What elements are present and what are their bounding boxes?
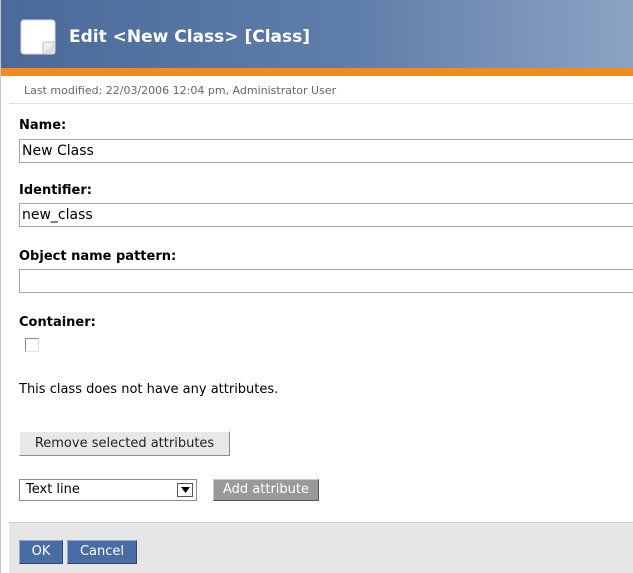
- identifier-label: Identifier:: [19, 183, 92, 198]
- header-accent-bar: [1, 68, 633, 76]
- page-title: Edit <New Class> [Class]: [69, 27, 311, 47]
- object-name-pattern-input[interactable]: [19, 269, 633, 293]
- chevron-down-icon: [181, 487, 190, 493]
- last-modified-text: Last modified: 22/03/2006 12:04 pm, Admi…: [24, 84, 337, 97]
- remove-selected-attributes-button[interactable]: Remove selected attributes: [19, 431, 230, 456]
- form-footer: OK Cancel: [9, 522, 633, 573]
- object-name-pattern-label: Object name pattern:: [19, 249, 177, 264]
- name-label: Name:: [19, 118, 67, 133]
- container-checkbox[interactable]: [25, 338, 39, 352]
- name-input[interactable]: [19, 139, 633, 163]
- cancel-button[interactable]: Cancel: [67, 540, 137, 564]
- datatype-select[interactable]: Text line: [19, 479, 197, 501]
- ok-button[interactable]: OK: [19, 540, 63, 564]
- select-dropdown-arrow[interactable]: [177, 483, 193, 497]
- edit-class-window: Edit <New Class> [Class] Last modified: …: [0, 0, 633, 573]
- document-icon: [20, 19, 56, 55]
- no-attributes-message: This class does not have any attributes.: [19, 382, 279, 397]
- add-attribute-button[interactable]: Add attribute: [213, 479, 319, 501]
- identifier-input[interactable]: [19, 203, 633, 227]
- divider: [9, 103, 633, 104]
- container-label: Container:: [19, 315, 96, 330]
- datatype-select-value: Text line: [26, 482, 80, 497]
- page-header: Edit <New Class> [Class]: [1, 0, 633, 68]
